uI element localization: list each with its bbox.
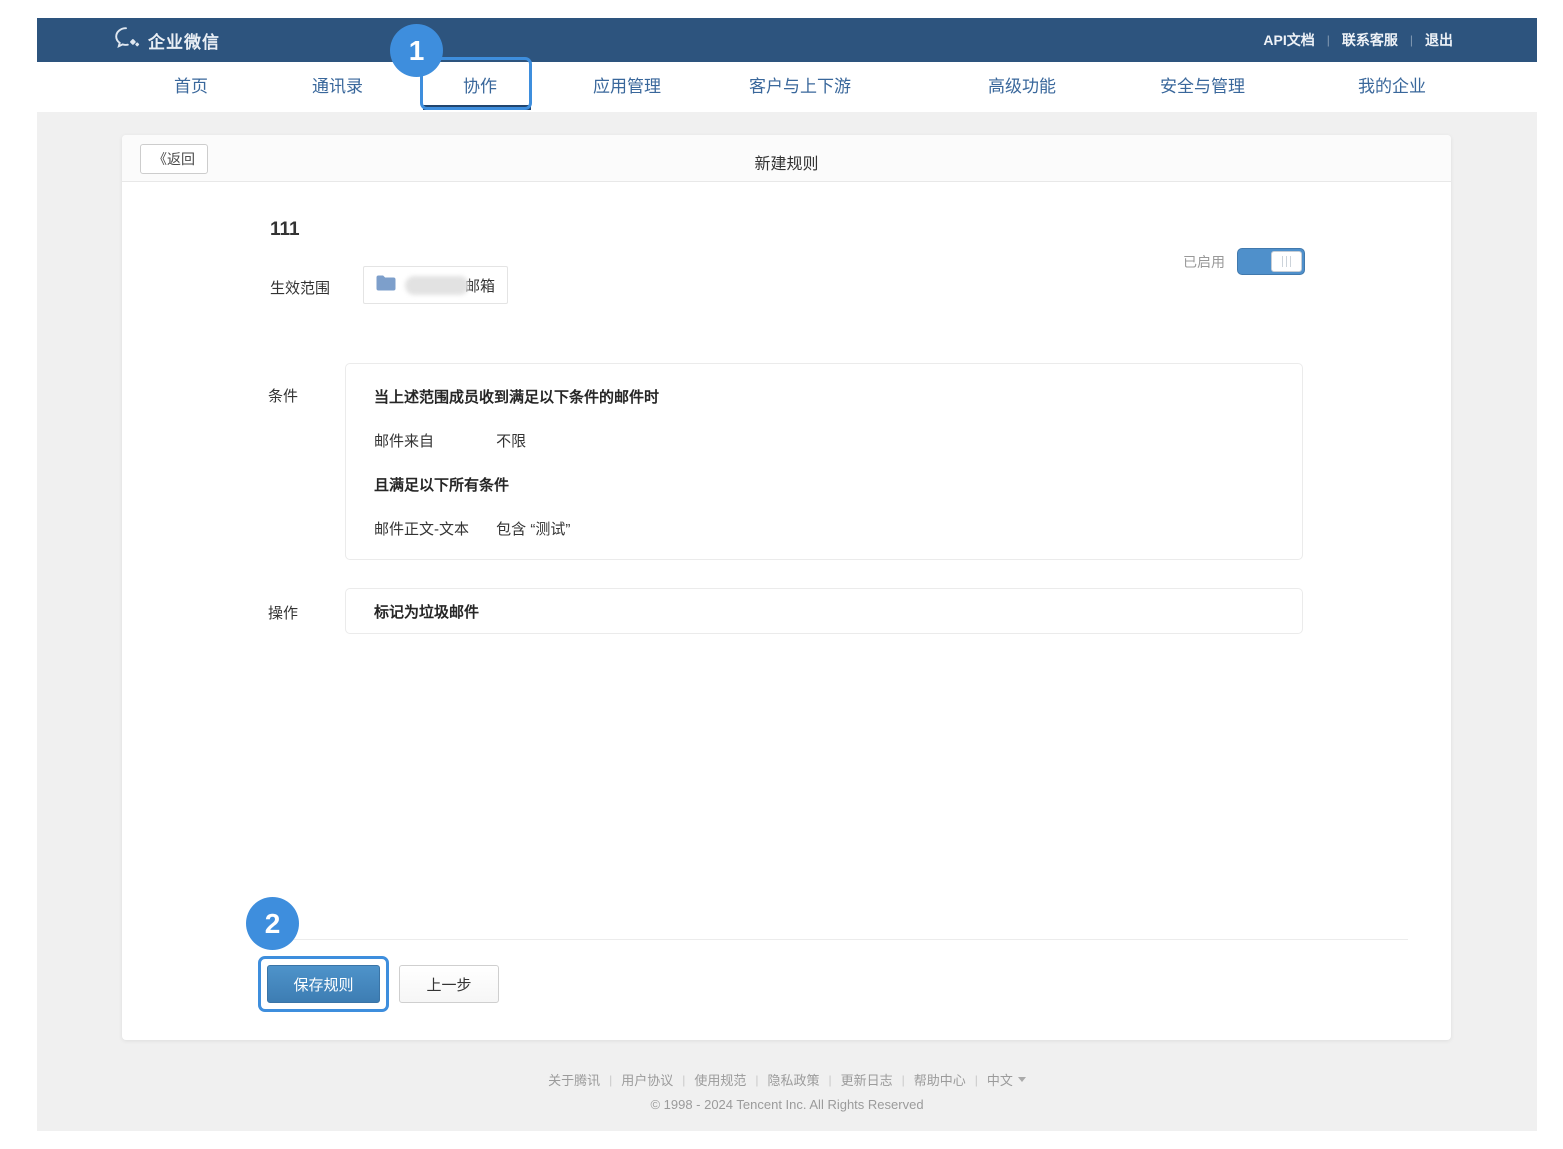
- folder-icon: [376, 275, 396, 296]
- nav-item-contacts[interactable]: 通讯录: [312, 62, 363, 112]
- toggle-knob: [1271, 251, 1302, 272]
- footer-link-usage-rules[interactable]: 使用规范: [694, 1070, 746, 1089]
- main-nav: 首页 通讯录 协作 应用管理 客户与上下游 高级功能 安全与管理 我的企业: [37, 62, 1537, 112]
- footer-link-about[interactable]: 关于腾讯: [548, 1070, 600, 1089]
- nav-item-security[interactable]: 安全与管理: [1160, 62, 1245, 112]
- action-value: 标记为垃圾邮件: [374, 601, 479, 622]
- brand: 企业微信: [115, 27, 220, 54]
- condition-subheading: 且满足以下所有条件: [374, 475, 1274, 496]
- scope-label: 生效范围: [270, 277, 330, 298]
- caret-down-icon: [1018, 1077, 1026, 1082]
- page: 企业微信 API文档 | 联系客服 | 退出 首页 通讯录 协作 应用管理 客户…: [0, 0, 1563, 1149]
- contact-support-link[interactable]: 联系客服: [1342, 30, 1398, 50]
- nav-item-app-management[interactable]: 应用管理: [593, 62, 661, 112]
- chat-bubble-icon: [115, 27, 141, 54]
- condition-row: 邮件正文-文本 包含 “测试”: [374, 519, 1274, 540]
- page-title: 新建规则: [122, 150, 1451, 174]
- step1-badge: 1: [390, 24, 443, 77]
- separator: |: [902, 1073, 905, 1087]
- separator: |: [1327, 33, 1330, 47]
- topbar-links: API文档 | 联系客服 | 退出: [1263, 30, 1453, 50]
- scope-suffix: 邮箱: [465, 275, 495, 296]
- language-selector[interactable]: 中文: [987, 1070, 1013, 1089]
- divider: [268, 939, 1408, 940]
- brand-name: 企业微信: [148, 28, 220, 53]
- enabled-toggle[interactable]: [1237, 248, 1305, 275]
- condition-section-label: 条件: [268, 385, 298, 406]
- annotation-box-step2: [258, 956, 389, 1012]
- nav-item-advanced[interactable]: 高级功能: [988, 62, 1056, 112]
- rule-name: 111: [270, 219, 300, 241]
- condition-value: 不限: [496, 433, 526, 450]
- footer-link-user-agreement[interactable]: 用户协议: [621, 1070, 673, 1089]
- redacted-scope-name: [405, 276, 469, 295]
- action-box: 标记为垃圾邮件: [345, 588, 1303, 634]
- separator: |: [609, 1073, 612, 1087]
- topbar: 企业微信 API文档 | 联系客服 | 退出: [37, 18, 1537, 62]
- separator: |: [682, 1073, 685, 1087]
- footer-links: 关于腾讯 | 用户协议 | 使用规范 | 隐私政策 | 更新日志 | 帮助中心 …: [37, 1070, 1537, 1089]
- footer-link-changelog[interactable]: 更新日志: [841, 1070, 893, 1089]
- condition-row: 邮件来自 不限: [374, 431, 1274, 452]
- separator: |: [1410, 33, 1413, 47]
- nav-item-customers[interactable]: 客户与上下游: [749, 62, 851, 112]
- condition-field: 邮件正文-文本: [374, 519, 492, 540]
- api-docs-link[interactable]: API文档: [1263, 30, 1314, 50]
- action-section-label: 操作: [268, 602, 298, 623]
- separator: |: [829, 1073, 832, 1087]
- condition-heading: 当上述范围成员收到满足以下条件的邮件时: [374, 387, 1274, 408]
- step2-badge: 2: [246, 897, 299, 950]
- previous-step-button[interactable]: 上一步: [399, 965, 499, 1003]
- separator: |: [755, 1073, 758, 1087]
- logout-link[interactable]: 退出: [1425, 30, 1453, 50]
- footer-link-help-center[interactable]: 帮助中心: [914, 1070, 966, 1089]
- condition-value: 包含 “测试”: [496, 521, 570, 538]
- footer-link-privacy[interactable]: 隐私政策: [767, 1070, 819, 1089]
- condition-field: 邮件来自: [374, 431, 492, 452]
- enabled-label: 已启用: [1183, 252, 1225, 272]
- nav-item-my-company[interactable]: 我的企业: [1358, 62, 1426, 112]
- nav-item-home[interactable]: 首页: [174, 62, 208, 112]
- separator: |: [975, 1073, 978, 1087]
- copyright: © 1998 - 2024 Tencent Inc. All Rights Re…: [37, 1097, 1537, 1112]
- condition-box: 当上述范围成员收到满足以下条件的邮件时 邮件来自 不限 且满足以下所有条件 邮件…: [345, 363, 1303, 560]
- scope-chip: 邮箱: [363, 266, 508, 304]
